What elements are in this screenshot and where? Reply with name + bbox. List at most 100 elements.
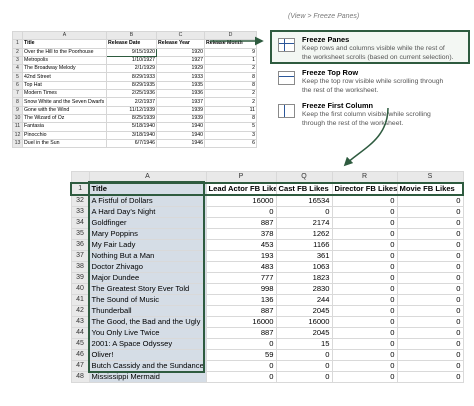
number-cell[interactable]: 0 [396, 316, 464, 328]
title-cell[interactable]: Oliver! [88, 349, 207, 361]
row-number[interactable]: 43 [70, 316, 90, 328]
number-cell[interactable]: 0 [331, 349, 398, 361]
number-cell[interactable]: 15 [275, 338, 333, 350]
number-cell[interactable]: 0 [396, 360, 464, 372]
number-cell[interactable]: 0 [396, 338, 464, 350]
row-number[interactable]: 33 [70, 206, 90, 218]
number-cell[interactable]: 361 [275, 250, 333, 262]
header-cell[interactable]: Cast FB Likes [275, 182, 333, 196]
number-cell[interactable]: 0 [331, 194, 398, 207]
header-cell[interactable]: Movie FB Likes [396, 182, 464, 196]
row-number[interactable]: 47 [70, 360, 90, 372]
number-cell[interactable]: 0 [331, 272, 398, 284]
number-cell[interactable]: 0 [205, 338, 277, 350]
title-cell[interactable]: Mary Poppins [88, 228, 207, 240]
number-cell[interactable]: 0 [331, 360, 398, 372]
title-cell[interactable]: The Sound of Music [88, 294, 207, 306]
number-cell[interactable]: 0 [396, 294, 464, 306]
number-cell[interactable]: 0 [331, 283, 398, 295]
number-cell[interactable]: 0 [331, 261, 398, 273]
row-number[interactable]: 41 [70, 294, 90, 306]
number-cell[interactable]: 16000 [275, 316, 333, 328]
number-cell[interactable]: 777 [205, 272, 277, 284]
number-cell[interactable]: 0 [396, 283, 464, 295]
number-cell[interactable]: 2830 [275, 283, 333, 295]
number-cell[interactable]: 1063 [275, 261, 333, 273]
number-cell[interactable]: 0 [275, 349, 333, 361]
header-cell[interactable]: Title [88, 182, 207, 196]
row-number[interactable]: 1 [70, 182, 90, 196]
number-cell[interactable]: 0 [396, 194, 464, 207]
number-cell[interactable]: 2174 [275, 217, 333, 229]
row-number[interactable]: 32 [70, 194, 90, 207]
number-cell[interactable]: 0 [205, 371, 277, 383]
number-cell[interactable]: 0 [331, 305, 398, 317]
number-cell[interactable]: 887 [205, 217, 277, 229]
number-cell[interactable]: 887 [205, 327, 277, 339]
number-cell[interactable]: 0 [275, 371, 333, 383]
title-cell[interactable]: You Only Live Twice [88, 327, 207, 339]
number-cell[interactable]: 0 [205, 360, 277, 372]
title-cell[interactable]: Goldfinger [88, 217, 207, 229]
number-cell[interactable]: 0 [331, 327, 398, 339]
number-cell[interactable]: 998 [205, 283, 277, 295]
number-cell[interactable]: 0 [331, 371, 398, 383]
number-cell[interactable]: 16000 [205, 316, 277, 328]
column-header[interactable]: S [396, 171, 464, 184]
row-number[interactable]: 46 [70, 349, 90, 361]
number-cell[interactable]: 0 [396, 371, 464, 383]
number-cell[interactable]: 0 [275, 206, 333, 218]
row-number[interactable]: 36 [70, 239, 90, 251]
title-cell[interactable]: Doctor Zhivago [88, 261, 207, 273]
row-number[interactable]: 39 [70, 272, 90, 284]
title-cell[interactable]: A Hard Day's Night [88, 206, 207, 218]
number-cell[interactable]: 16000 [205, 194, 277, 207]
number-cell[interactable]: 0 [396, 250, 464, 262]
number-cell[interactable]: 0 [331, 239, 398, 251]
column-header[interactable]: A [88, 171, 207, 184]
number-cell[interactable]: 0 [205, 206, 277, 218]
number-cell[interactable]: 887 [205, 305, 277, 317]
number-cell[interactable]: 0 [396, 261, 464, 273]
number-cell[interactable]: 0 [275, 360, 333, 372]
number-cell[interactable]: 0 [331, 316, 398, 328]
title-cell[interactable]: Major Dundee [88, 272, 207, 284]
row-number[interactable]: 42 [70, 305, 90, 317]
title-cell[interactable]: Nothing But a Man [88, 250, 207, 262]
number-cell[interactable]: 0 [331, 228, 398, 240]
number-cell[interactable]: 0 [396, 349, 464, 361]
header-cell[interactable]: Director FB Likes [331, 182, 398, 196]
number-cell[interactable]: 59 [205, 349, 277, 361]
number-cell[interactable]: 0 [331, 217, 398, 229]
column-header[interactable]: P [205, 171, 277, 184]
title-cell[interactable]: Mississippi Mermaid [88, 371, 207, 383]
title-cell[interactable]: Thunderball [88, 305, 207, 317]
number-cell[interactable]: 1262 [275, 228, 333, 240]
title-cell[interactable]: Butch Cassidy and the Sundance Kid [88, 360, 207, 372]
number-cell[interactable]: 2045 [275, 327, 333, 339]
number-cell[interactable]: 1166 [275, 239, 333, 251]
row-number[interactable]: 48 [70, 371, 90, 383]
number-cell[interactable]: 0 [396, 228, 464, 240]
number-cell[interactable]: 244 [275, 294, 333, 306]
number-cell[interactable]: 0 [331, 338, 398, 350]
number-cell[interactable]: 0 [396, 305, 464, 317]
row-number[interactable]: 34 [70, 217, 90, 229]
number-cell[interactable]: 0 [396, 272, 464, 284]
number-cell[interactable]: 16534 [275, 194, 333, 207]
number-cell[interactable]: 136 [205, 294, 277, 306]
number-cell[interactable]: 0 [396, 206, 464, 218]
corner-cell[interactable] [70, 171, 90, 184]
title-cell[interactable]: 2001: A Space Odyssey [88, 338, 207, 350]
number-cell[interactable]: 0 [396, 327, 464, 339]
row-number[interactable]: 44 [70, 327, 90, 339]
row-number[interactable]: 37 [70, 250, 90, 262]
row-number[interactable]: 45 [70, 338, 90, 350]
row-number[interactable]: 38 [70, 261, 90, 273]
number-cell[interactable]: 0 [331, 294, 398, 306]
number-cell[interactable]: 1823 [275, 272, 333, 284]
number-cell[interactable]: 378 [205, 228, 277, 240]
number-cell[interactable]: 0 [331, 206, 398, 218]
title-cell[interactable]: The Greatest Story Ever Told [88, 283, 207, 295]
title-cell[interactable]: The Good, the Bad and the Ugly [88, 316, 207, 328]
